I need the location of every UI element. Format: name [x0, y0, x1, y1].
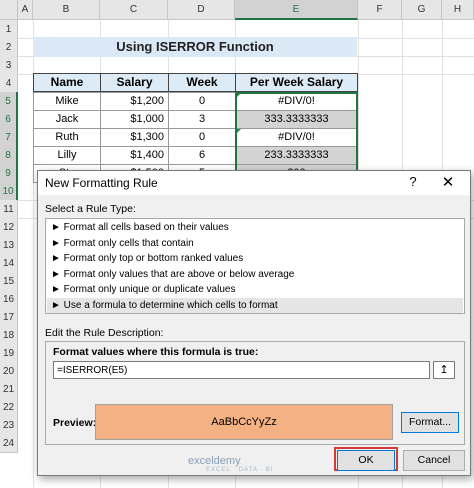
column-header-d[interactable]: D — [168, 0, 235, 20]
watermark-logo: exceldemy — [188, 455, 241, 467]
cell-name[interactable]: Lilly — [33, 146, 101, 165]
format-preview: AaBbCcYyZz — [95, 404, 393, 440]
cell-value: #DIV/0! — [278, 131, 315, 143]
collapse-dialog-icon[interactable]: ↥ — [433, 361, 455, 379]
row-header-2[interactable]: 2 — [0, 38, 18, 57]
row-header-19[interactable]: 19 — [0, 344, 18, 363]
row-header-1[interactable]: 1 — [0, 20, 18, 39]
select-all-corner[interactable] — [0, 0, 18, 20]
format-button[interactable]: Format... — [401, 412, 459, 433]
sheet-title[interactable]: Using ISERROR Function — [33, 37, 357, 57]
cell-name[interactable]: Ruth — [33, 128, 101, 147]
cell-week[interactable]: 0 — [168, 92, 236, 111]
row-header-6[interactable]: 6 — [0, 110, 18, 129]
cancel-button[interactable]: Cancel — [403, 450, 465, 471]
row-header-18[interactable]: 18 — [0, 326, 18, 345]
cell-salary[interactable]: $1,200 — [100, 92, 169, 111]
header-name[interactable]: Name — [33, 73, 101, 92]
column-header-b[interactable]: B — [33, 0, 100, 20]
row-header-7[interactable]: 7 — [0, 128, 18, 147]
rule-type-item[interactable]: ► Format only values that are above or b… — [47, 267, 463, 283]
select-rule-type-label: Select a Rule Type: — [45, 203, 136, 215]
column-header-a[interactable]: A — [18, 0, 33, 20]
formula-input[interactable] — [53, 361, 430, 379]
error-indicator-icon — [236, 129, 241, 134]
rule-type-list[interactable]: ► Format all cells based on their values… — [45, 218, 465, 314]
formula-label: Format values where this formula is true… — [53, 346, 259, 358]
row-header-5[interactable]: 5 — [0, 92, 18, 111]
dialog-title: New Formatting Rule — [45, 176, 158, 190]
row-header-3[interactable]: 3 — [0, 56, 18, 75]
help-icon[interactable]: ? — [406, 174, 420, 189]
rule-type-item-selected[interactable]: ► Use a formula to determine which cells… — [47, 297, 463, 313]
ok-button[interactable]: OK — [337, 450, 395, 471]
cell-salary[interactable]: $1,400 — [100, 146, 169, 165]
row-header-15[interactable]: 15 — [0, 272, 18, 291]
header-per-week-salary[interactable]: Per Week Salary — [235, 73, 358, 92]
cell-week[interactable]: 3 — [168, 110, 236, 129]
cell-week[interactable]: 6 — [168, 146, 236, 165]
row-header-13[interactable]: 13 — [0, 236, 18, 255]
row-header-9[interactable]: 9 — [0, 164, 18, 183]
row-header-10[interactable]: 10 — [0, 182, 18, 201]
watermark-tagline: EXCEL · DATA · BI — [206, 467, 274, 473]
row-header-14[interactable]: 14 — [0, 254, 18, 273]
row-header-11[interactable]: 11 — [0, 200, 18, 219]
rule-type-item[interactable]: ► Format only cells that contain — [47, 236, 463, 252]
row-header-23[interactable]: 23 — [0, 416, 18, 435]
row-header-12[interactable]: 12 — [0, 218, 18, 237]
rule-type-item[interactable]: ► Format all cells based on their values — [47, 220, 463, 236]
cell-salary[interactable]: $1,000 — [100, 110, 169, 129]
cell-per-week-salary[interactable]: #DIV/0! — [235, 92, 358, 111]
column-header-e[interactable]: E — [235, 0, 358, 20]
error-indicator-icon — [236, 93, 241, 98]
cell-per-week-salary[interactable]: 233.3333333 — [235, 146, 358, 165]
row-header-20[interactable]: 20 — [0, 362, 18, 381]
row-header-22[interactable]: 22 — [0, 398, 18, 417]
row-header-8[interactable]: 8 — [0, 146, 18, 165]
close-icon[interactable]: ✕ — [438, 173, 458, 191]
header-week[interactable]: Week — [168, 73, 236, 92]
header-salary[interactable]: Salary — [100, 73, 169, 92]
cell-name[interactable]: Mike — [33, 92, 101, 111]
row-header-4[interactable]: 4 — [0, 74, 18, 93]
column-header-f[interactable]: F — [358, 0, 402, 20]
cell-week[interactable]: 0 — [168, 128, 236, 147]
rule-description-panel: Format values where this formula is true… — [45, 341, 465, 445]
column-header-c[interactable]: C — [100, 0, 168, 20]
new-formatting-rule-dialog: New Formatting Rule ? ✕ Select a Rule Ty… — [37, 170, 471, 476]
cell-per-week-salary[interactable]: 333.3333333 — [235, 110, 358, 129]
preview-label: Preview: — [53, 417, 97, 429]
column-header-h[interactable]: H — [442, 0, 474, 20]
row-header-17[interactable]: 17 — [0, 308, 18, 327]
cell-value: #DIV/0! — [278, 95, 315, 107]
cell-per-week-salary[interactable]: #DIV/0! — [235, 128, 358, 147]
rule-type-item[interactable]: ► Format only top or bottom ranked value… — [47, 251, 463, 267]
dialog-titlebar[interactable]: New Formatting Rule ? ✕ — [38, 171, 470, 195]
cell-name[interactable]: Jack — [33, 110, 101, 129]
rule-type-item[interactable]: ► Format only unique or duplicate values — [47, 282, 463, 298]
column-header-g[interactable]: G — [402, 0, 442, 20]
edit-rule-description-label: Edit the Rule Description: — [45, 327, 164, 339]
row-header-21[interactable]: 21 — [0, 380, 18, 399]
cell-salary[interactable]: $1,300 — [100, 128, 169, 147]
row-header-16[interactable]: 16 — [0, 290, 18, 309]
row-header-24[interactable]: 24 — [0, 434, 18, 453]
